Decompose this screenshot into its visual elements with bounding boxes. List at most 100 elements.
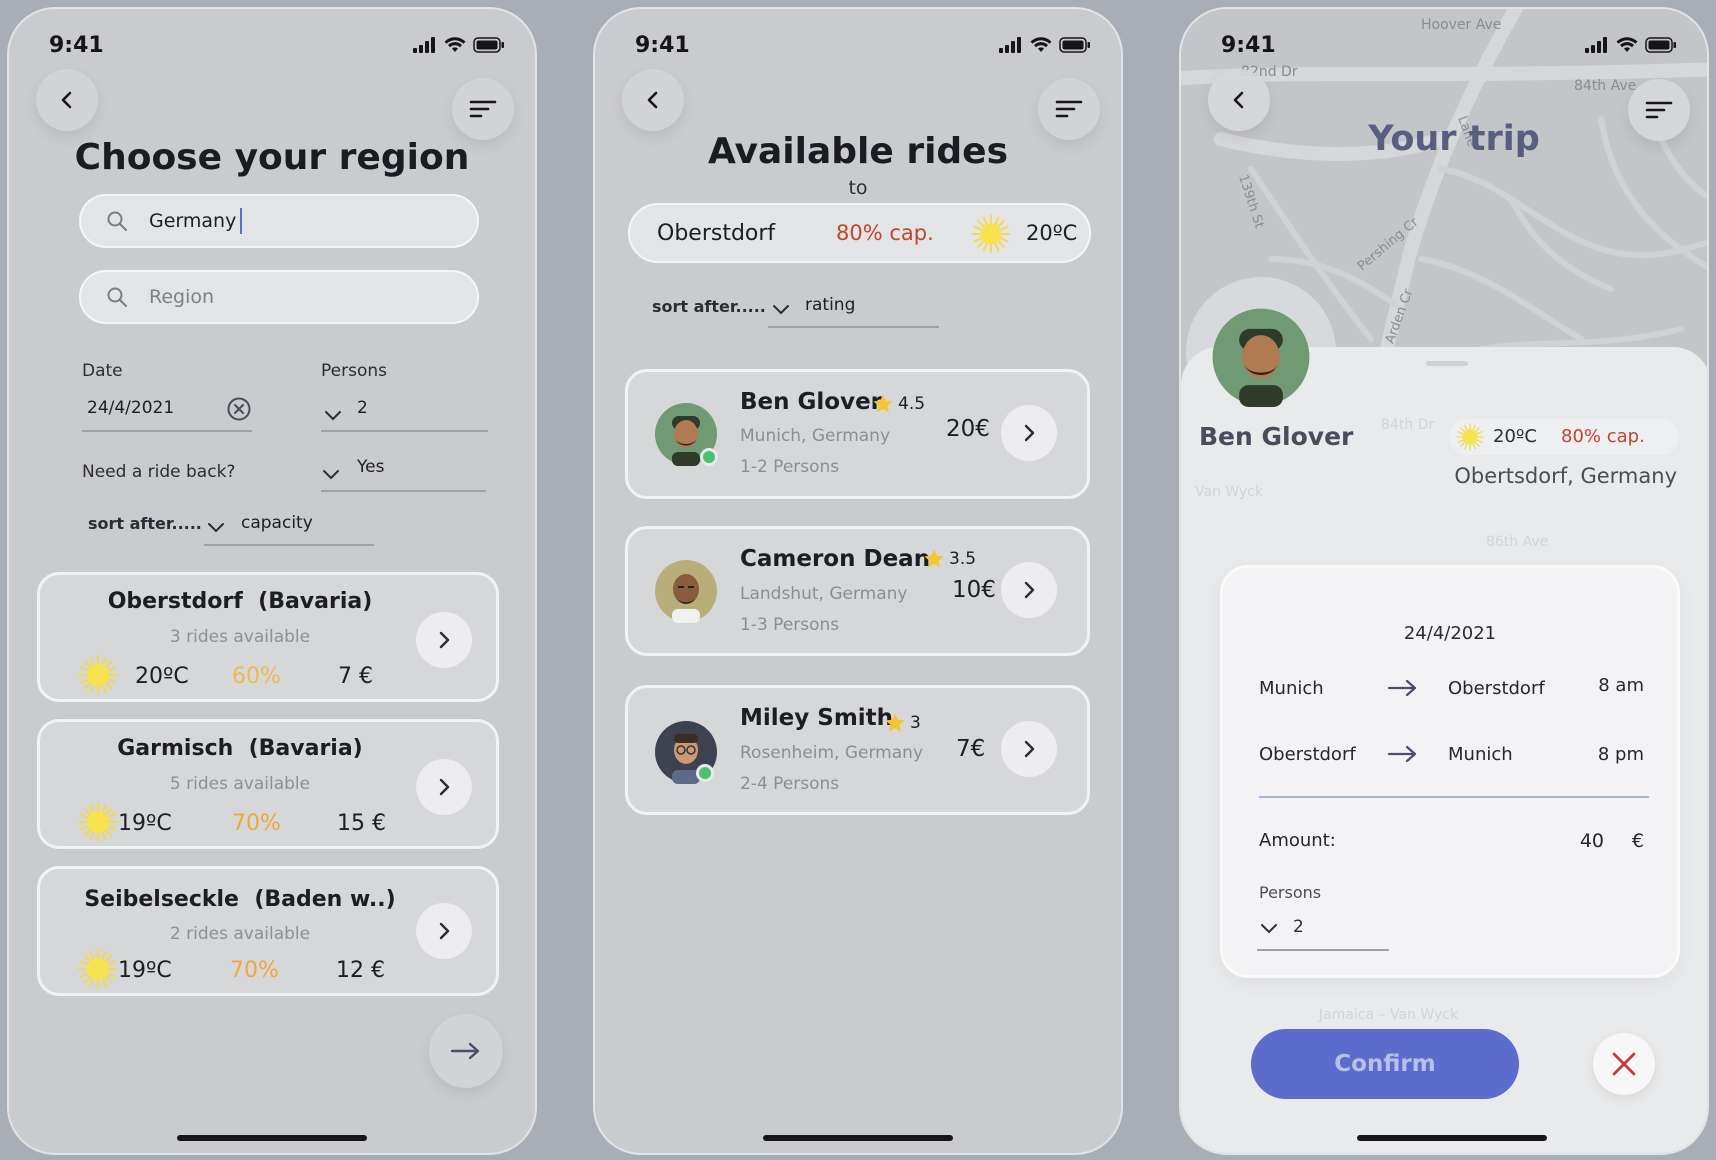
chevron-down-icon[interactable]	[1260, 923, 1278, 935]
back-button[interactable]	[622, 69, 684, 131]
chevron-right-icon	[1024, 581, 1035, 599]
region-temp: 20ºC	[135, 664, 189, 689]
ride-price: 7€	[956, 736, 986, 762]
open-region-button[interactable]	[416, 612, 472, 668]
region-card[interactable]: Garmisch (Bavaria) 5 rides available 19º…	[37, 719, 499, 849]
signal-icon	[413, 37, 435, 53]
arrow-right-icon	[1387, 745, 1417, 763]
region-search-field[interactable]: Region	[79, 270, 479, 324]
region-input-placeholder[interactable]: Region	[149, 286, 214, 308]
search-icon	[107, 287, 127, 307]
chevron-down-icon[interactable]	[772, 304, 790, 316]
region-price: 7 €	[338, 664, 373, 689]
divider	[1259, 796, 1649, 798]
driver-persons: 1-2 Persons	[740, 457, 840, 477]
region-price: 12 €	[336, 958, 385, 983]
open-region-button[interactable]	[416, 759, 472, 815]
home-indicator	[763, 1135, 953, 1141]
region-name: Seibelseckle	[84, 887, 239, 912]
sort-underline	[768, 326, 939, 328]
driver-location: Rosenheim, Germany	[740, 743, 923, 763]
filter-icon	[1055, 100, 1083, 118]
ride-price: 20€	[946, 416, 990, 442]
next-button[interactable]	[429, 1014, 503, 1088]
region-state: (Baden w..)	[254, 887, 396, 912]
arrow-right-icon	[450, 1042, 480, 1060]
driver-name: Ben Glover	[1199, 422, 1354, 451]
trip-temp: 20ºC	[1493, 426, 1537, 447]
ride-card[interactable]: Cameron Dean 3.5 Landshut, Germany 1-3 P…	[625, 526, 1090, 656]
leg-time: 8 am	[1598, 675, 1644, 696]
online-indicator	[700, 448, 718, 466]
driver-location: Landshut, Germany	[740, 584, 908, 604]
ride-back-select[interactable]: Yes	[357, 457, 384, 477]
currency-symbol: €	[1631, 830, 1644, 852]
wifi-icon	[1616, 37, 1638, 52]
close-icon	[1612, 1052, 1636, 1076]
ride-card[interactable]: Ben Glover 4.5 Munich, Germany 1-2 Perso…	[625, 369, 1090, 499]
phone-available-rides: 9:41 Available rides to Oberstdorf 80% c…	[593, 7, 1123, 1155]
date-field[interactable]: 24/4/2021	[87, 398, 174, 418]
country-input-value[interactable]: Germany	[149, 210, 236, 232]
destination-temp: 20ºC	[1026, 221, 1078, 245]
signal-icon	[999, 37, 1021, 53]
chevron-right-icon	[439, 631, 450, 649]
back-button[interactable]	[36, 69, 98, 131]
region-state: (Bavaria)	[248, 736, 363, 761]
open-region-button[interactable]	[416, 903, 472, 959]
rides-available: 3 rides available	[169, 627, 311, 647]
leg-from: Munich	[1259, 678, 1324, 699]
chevron-right-icon	[439, 778, 450, 796]
confirm-button[interactable]: Confirm	[1251, 1029, 1519, 1099]
home-indicator	[1357, 1135, 1547, 1141]
status-bar: 9:41	[49, 25, 505, 65]
trip-details-card: 24/4/2021 Munich Oberstdorf 8 am Oberstd…	[1220, 565, 1680, 978]
sun-icon	[78, 655, 118, 695]
country-search-field[interactable]: Germany	[79, 194, 479, 248]
ride-card[interactable]: Miley Smith 3 Rosenheim, Germany 2-4 Per…	[625, 685, 1090, 815]
drag-handle[interactable]	[1426, 361, 1468, 366]
rides-available: 5 rides available	[169, 774, 311, 794]
trip-date: 24/4/2021	[1403, 623, 1497, 644]
persons-select[interactable]: 2	[1293, 917, 1304, 937]
open-ride-button[interactable]	[1001, 721, 1057, 777]
signal-icon	[1585, 37, 1607, 53]
home-indicator	[177, 1135, 367, 1141]
page-title: Choose your region	[74, 137, 470, 178]
sun-icon	[1456, 423, 1484, 451]
leg-to: Oberstdorf	[1448, 678, 1545, 699]
chevron-down-icon[interactable]	[324, 410, 342, 422]
star-icon	[873, 394, 893, 413]
clear-date-icon[interactable]	[226, 396, 252, 422]
sort-select[interactable]: capacity	[241, 513, 313, 533]
filter-icon	[469, 100, 497, 118]
chevron-down-icon[interactable]	[207, 522, 225, 534]
region-name: Garmisch	[117, 736, 234, 761]
cancel-button[interactable]	[1593, 1033, 1655, 1095]
persons-select[interactable]: 2	[357, 398, 368, 418]
driver-rating: 4.5	[898, 394, 926, 414]
star-icon	[924, 549, 944, 568]
battery-icon	[1059, 37, 1090, 53]
filter-button[interactable]	[452, 78, 514, 140]
region-name: Oberstdorf	[107, 589, 243, 614]
phone-choose-region: 9:41 Choose your region Germany Region D…	[7, 7, 537, 1155]
phone-your-trip: Hoover Ave 82nd Dr 84th Ave 139th St Per…	[1179, 7, 1709, 1155]
weather-capacity-chip: 20ºC 80% cap.	[1449, 419, 1679, 455]
sort-underline	[204, 544, 374, 546]
open-ride-button[interactable]	[1001, 562, 1057, 618]
driver-persons: 1-3 Persons	[740, 615, 840, 635]
chevron-down-icon[interactable]	[322, 469, 340, 481]
star-icon	[885, 713, 905, 732]
open-ride-button[interactable]	[1001, 405, 1057, 461]
region-temp: 19ºC	[118, 958, 172, 983]
sort-select[interactable]: rating	[805, 295, 855, 315]
sun-icon	[78, 802, 118, 842]
region-card[interactable]: Seibelseckle (Baden w..) 2 rides availab…	[37, 866, 499, 996]
status-time: 9:41	[635, 32, 690, 58]
chevron-left-icon	[61, 91, 72, 109]
region-card[interactable]: Oberstdorf (Bavaria) 3 rides available 2…	[37, 572, 499, 702]
destination-summary: Oberstdorf 80% cap. 20ºC	[628, 203, 1091, 263]
status-time: 9:41	[1221, 32, 1276, 58]
driver-name: Cameron Dean	[740, 546, 931, 572]
